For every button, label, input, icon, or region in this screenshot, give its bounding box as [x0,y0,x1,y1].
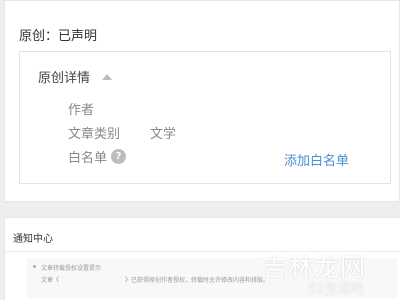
original-details-panel: 原创详情 作者 文章类别 文学 白名单 ? 添加白名单 [19,51,391,184]
notification-body-suffix: 》已获得原创作者授权，转载时允许修改内容和排版。 [125,277,270,284]
author-label: 作者 [68,103,95,118]
notification-center-card: 通知中心 文章转载授权设置提示 文章《 》已获得原创作者授权，转载时允许修改内容… [4,217,400,300]
help-icon[interactable]: ? [111,149,127,164]
notification-body-prefix: 文章《 [41,277,60,284]
caret-up-icon [102,73,113,80]
category-value: 文学 [150,127,177,142]
add-whitelist-link[interactable]: 添加白名单 [284,150,349,169]
notification-item[interactable]: 文章转载授权设置提示 文章《 》已获得原创作者授权，转载时允许修改内容和排版。 [27,258,397,298]
whitelist-row: 白名单 ? [68,147,127,166]
original-status-label: 原创：已声明 [19,29,98,44]
notification-heading: 文章转载授权设置提示 [41,265,102,272]
bullet-icon [33,265,36,268]
original-details-title: 原创详情 [38,71,91,86]
original-declaration-card: 原创：已声明 原创详情 作者 文章类别 文学 白名单 ? 添加白名单 [4,0,400,202]
whitelist-label: 白名单 [68,151,108,166]
category-label: 文章类别 [68,127,121,142]
original-details-toggle[interactable]: 原创详情 [38,67,113,86]
notification-center-title: 通知中心 [13,234,53,245]
notification-divider [5,251,400,252]
